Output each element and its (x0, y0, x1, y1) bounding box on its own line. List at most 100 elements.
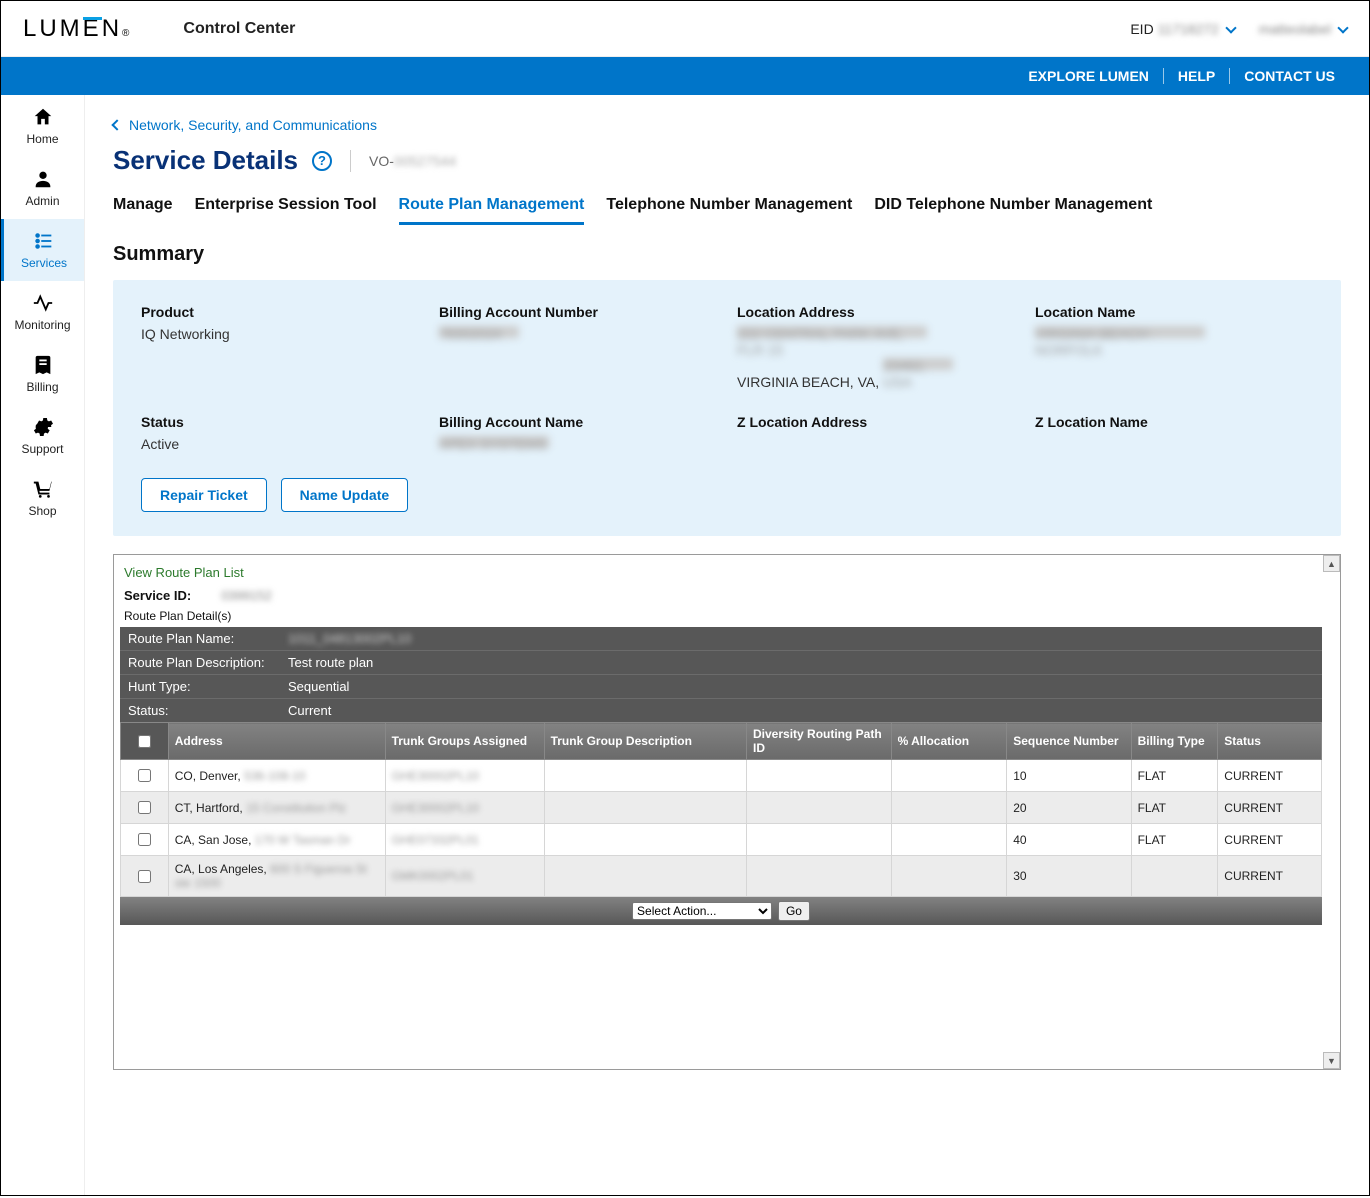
summary-location-name: Location Name VIRGINIA BEACH - NORFOLK (1035, 304, 1313, 390)
summary-label: Product (141, 304, 419, 320)
cell-status: CURRENT (1218, 792, 1322, 824)
sidebar-item-monitoring[interactable]: Monitoring (1, 281, 84, 343)
tab-manage[interactable]: Manage (113, 196, 173, 225)
cell-sequence: 40 (1007, 824, 1131, 856)
logo-text-3: N (102, 15, 122, 43)
cell-allocation (891, 760, 1007, 792)
nav-help[interactable]: HELP (1164, 68, 1229, 84)
scroll-up-button[interactable]: ▲ (1323, 555, 1340, 572)
cell-trunk: GHE30002PL10 (385, 792, 544, 824)
user-dropdown[interactable]: matteolabel (1259, 21, 1347, 37)
table-row: CT, Hartford, 15 Constitution Plz GHE300… (121, 792, 1322, 824)
vo-prefix: VO- (369, 153, 394, 169)
sidebar-item-home[interactable]: Home (1, 95, 84, 157)
col-trunk-desc[interactable]: Trunk Group Description (544, 723, 746, 760)
col-status[interactable]: Status (1218, 723, 1322, 760)
cell-trunk: GMK0002PL01 (385, 856, 544, 897)
name-update-button[interactable]: Name Update (281, 478, 408, 512)
cell-billing (1131, 856, 1218, 897)
summary-label: Billing Account Number (439, 304, 717, 320)
sidebar-item-services[interactable]: Services (1, 219, 84, 281)
chevron-left-icon (111, 119, 122, 130)
chevron-down-icon (1337, 22, 1348, 33)
hunt-type-label: Hunt Type: (120, 675, 280, 698)
summary-label: Location Name (1035, 304, 1313, 320)
view-route-plan-list-link[interactable]: View Route Plan List (124, 565, 1322, 580)
sidebar-item-admin[interactable]: Admin (1, 157, 84, 219)
col-billing-type[interactable]: Billing Type (1131, 723, 1218, 760)
cell-trunk: GHE30002PL10 (385, 760, 544, 792)
row-checkbox[interactable] (138, 801, 151, 814)
row-checkbox[interactable] (138, 769, 151, 782)
col-diversity[interactable]: Diversity Routing Path ID (747, 723, 892, 760)
cell-address: CO, Denver, 536-108-10 (168, 760, 385, 792)
list-icon (33, 230, 55, 252)
nav-explore-lumen[interactable]: EXPLORE LUMEN (1014, 68, 1163, 84)
sidebar-item-billing[interactable]: Billing (1, 343, 84, 405)
cell-allocation (891, 856, 1007, 897)
vo-value: 00527544 (394, 153, 456, 169)
sidebar-item-support[interactable]: Support (1, 405, 84, 467)
col-sequence[interactable]: Sequence Number (1007, 723, 1131, 760)
repair-ticket-button[interactable]: Repair Ticket (141, 478, 267, 512)
sidebar-item-label: Services (21, 256, 67, 270)
summary-label: Z Location Name (1035, 414, 1313, 430)
cell-trunk-desc (544, 792, 746, 824)
service-id-value: 0399152 (221, 588, 272, 603)
route-plan-desc-value: Test route plan (280, 651, 381, 674)
summary-z-location-address: Z Location Address (737, 414, 1015, 454)
row-checkbox[interactable] (138, 870, 151, 883)
main-content: Network, Security, and Communications Se… (85, 95, 1369, 1195)
table-row: CA, San Jose, 170 W Tasman Dr GHE07332PL… (121, 824, 1322, 856)
summary-label: Z Location Address (737, 414, 1015, 430)
tab-route-plan-management[interactable]: Route Plan Management (399, 196, 585, 225)
sidebar: Home Admin Services Monitoring Billing S… (1, 95, 85, 1195)
nav-contact-us[interactable]: CONTACT US (1230, 68, 1349, 84)
route-plan-name-value: 1011_04813002PL10 (288, 631, 411, 646)
home-icon (32, 106, 54, 128)
logo-reg: ® (122, 28, 129, 39)
service-id: VO-00527544 (369, 153, 456, 169)
route-plan-desc-label: Route Plan Description: (120, 651, 280, 674)
action-bar: Select Action... Go (120, 897, 1322, 925)
tab-telephone-number-management[interactable]: Telephone Number Management (606, 196, 852, 225)
select-all-checkbox[interactable] (138, 735, 151, 748)
cell-allocation (891, 824, 1007, 856)
logo-text-1: LUM (23, 15, 83, 43)
summary-value-line2: VIRGINIA BEACH, VA, 23462, USA (737, 358, 1015, 390)
col-allocation[interactable]: % Allocation (891, 723, 1007, 760)
sidebar-item-label: Home (26, 132, 58, 146)
eid-label: EID (1130, 21, 1153, 37)
top-nav-bar: EXPLORE LUMEN HELP CONTACT US (1, 57, 1369, 95)
row-checkbox[interactable] (138, 833, 151, 846)
col-checkbox[interactable] (121, 723, 169, 760)
activity-icon (32, 292, 54, 314)
cell-diversity (747, 792, 892, 824)
table-row: CO, Denver, 536-108-10 GHE30002PL10 10 F… (121, 760, 1322, 792)
scroll-down-button[interactable]: ▼ (1323, 1052, 1340, 1069)
go-button[interactable]: Go (778, 901, 810, 921)
tab-did-telephone-number-management[interactable]: DID Telephone Number Management (874, 196, 1152, 225)
sidebar-item-label: Billing (26, 380, 58, 394)
route-plan-detail-header: Route Plan Detail(s) (124, 609, 1322, 623)
summary-billing-account-number: Billing Account Number 78302024 (439, 304, 717, 390)
col-trunk-groups[interactable]: Trunk Groups Assigned (385, 723, 544, 760)
breadcrumb[interactable]: Network, Security, and Communications (113, 117, 1341, 133)
cell-billing: FLAT (1131, 824, 1218, 856)
tab-enterprise-session-tool[interactable]: Enterprise Session Tool (195, 196, 377, 225)
summary-product: Product IQ Networking (141, 304, 419, 390)
col-address[interactable]: Address (168, 723, 385, 760)
eid-value: 11718272 (1158, 21, 1219, 37)
route-plan-status-label: Status: (120, 699, 280, 722)
user-icon (32, 168, 54, 190)
help-icon[interactable]: ? (312, 151, 332, 171)
eid-dropdown[interactable]: EID 11718272 (1130, 21, 1234, 37)
cell-status: CURRENT (1218, 824, 1322, 856)
summary-value: APEX SYSTEMS (439, 436, 549, 448)
summary-status: Status Active (141, 414, 419, 454)
sidebar-item-shop[interactable]: Shop (1, 467, 84, 529)
username: matteolabel (1259, 21, 1331, 37)
cell-trunk-desc (544, 824, 746, 856)
top-header: LUMEN® Control Center EID 11718272 matte… (1, 1, 1369, 57)
action-select[interactable]: Select Action... (632, 902, 772, 920)
